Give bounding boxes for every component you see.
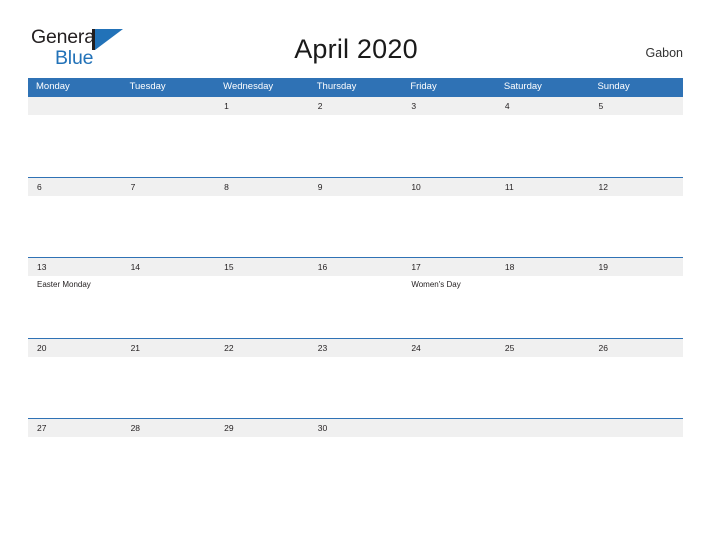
day-number[interactable]: 7 [122, 178, 216, 196]
day-number[interactable]: 8 [215, 178, 309, 196]
day-number[interactable]: 13 [28, 258, 122, 276]
day-event [496, 196, 590, 258]
day-number[interactable]: 30 [309, 419, 403, 437]
day-number[interactable]: 27 [28, 419, 122, 437]
day-number[interactable] [402, 419, 496, 437]
day-number[interactable]: 21 [122, 339, 216, 357]
day-number[interactable]: 28 [122, 419, 216, 437]
day-number[interactable]: 18 [496, 258, 590, 276]
week-date-stripe: 27 28 29 30 [28, 419, 683, 437]
weekday-header-wednesday: Wednesday [223, 81, 274, 92]
calendar-week-row: 1 2 3 4 5 [28, 96, 683, 177]
day-event [589, 196, 683, 258]
day-event [402, 115, 496, 177]
day-event [28, 196, 122, 258]
day-number[interactable]: 24 [402, 339, 496, 357]
day-event [402, 196, 496, 258]
weekday-header-tuesday: Tuesday [129, 81, 166, 92]
week-date-stripe: 20 21 22 23 24 25 26 [28, 338, 683, 357]
day-number[interactable]: 6 [28, 178, 122, 196]
week-event-area [28, 437, 683, 499]
day-event [309, 357, 403, 419]
day-event [309, 196, 403, 258]
day-number[interactable]: 19 [589, 258, 683, 276]
day-event [589, 276, 683, 338]
day-event [309, 437, 403, 499]
week-date-stripe: 6 7 8 9 10 11 12 [28, 177, 683, 196]
weekday-header-thursday: Thursday [316, 81, 357, 92]
day-event [496, 276, 590, 338]
day-event [122, 115, 216, 177]
week-event-area: Easter Monday Women's Day [28, 276, 683, 338]
weekday-header-row: Monday Tuesday Wednesday Thursday Friday… [28, 78, 683, 96]
day-number[interactable]: 14 [122, 258, 216, 276]
day-event: Women's Day [411, 280, 461, 289]
day-number[interactable] [28, 97, 122, 115]
week-date-stripe: 13 14 15 16 17 18 19 [28, 258, 683, 276]
day-number[interactable]: 22 [215, 339, 309, 357]
day-number[interactable] [122, 97, 216, 115]
week-date-stripe: 1 2 3 4 5 [28, 97, 683, 115]
day-event [28, 115, 122, 177]
day-number[interactable]: 5 [589, 97, 683, 115]
week-event-area [28, 195, 683, 258]
day-event [496, 115, 590, 177]
weekday-header-friday: Friday [410, 81, 437, 92]
week-event-area [28, 115, 683, 177]
day-event [309, 115, 403, 177]
calendar-week-row: 27 28 29 30 [28, 418, 683, 499]
weekday-header-saturday: Saturday [503, 81, 542, 92]
day-number[interactable]: 11 [496, 178, 590, 196]
day-event [215, 357, 309, 419]
day-number[interactable]: 10 [402, 178, 496, 196]
day-event [122, 357, 216, 419]
day-event [589, 115, 683, 177]
day-number[interactable]: 25 [496, 339, 590, 357]
day-number[interactable]: 4 [496, 97, 590, 115]
day-number[interactable]: 17 [402, 258, 496, 276]
day-number[interactable]: 23 [309, 339, 403, 357]
day-event [496, 437, 590, 499]
day-number[interactable]: 3 [402, 97, 496, 115]
day-event: Easter Monday [37, 280, 91, 289]
week-event-area [28, 356, 683, 419]
day-number[interactable]: 16 [309, 258, 403, 276]
calendar-grid: Monday Tuesday Wednesday Thursday Friday… [28, 78, 683, 499]
day-number[interactable]: 29 [215, 419, 309, 437]
day-event [215, 437, 309, 499]
day-event [215, 276, 309, 338]
day-number[interactable]: 12 [589, 178, 683, 196]
day-event [215, 196, 309, 258]
day-number[interactable]: 9 [309, 178, 403, 196]
day-event [496, 357, 590, 419]
day-number[interactable]: 20 [28, 339, 122, 357]
day-event [402, 357, 496, 419]
day-event [122, 276, 216, 338]
day-event [589, 357, 683, 419]
calendar-week-row: 20 21 22 23 24 25 26 [28, 337, 683, 419]
day-event [28, 437, 122, 499]
day-number[interactable] [496, 419, 590, 437]
day-number[interactable]: 1 [215, 97, 309, 115]
day-number[interactable] [589, 419, 683, 437]
day-event [589, 437, 683, 499]
weekday-header-sunday: Sunday [597, 81, 630, 92]
country-label: Gabon [645, 46, 683, 60]
day-number[interactable]: 26 [589, 339, 683, 357]
day-event [122, 196, 216, 258]
weekday-header-monday: Monday [36, 81, 70, 92]
page-header: General Blue April 2020 Gabon [0, 0, 712, 78]
day-event [309, 276, 403, 338]
day-event [28, 357, 122, 419]
day-event [402, 437, 496, 499]
calendar-page: General Blue April 2020 Gabon Monday Tue… [0, 0, 712, 550]
calendar-week-row: 6 7 8 9 10 11 12 [28, 176, 683, 258]
page-title: April 2020 [294, 34, 418, 64]
calendar-week-row: 13 14 15 16 17 18 19 Easter Monday Women… [28, 257, 683, 338]
day-event [122, 437, 216, 499]
day-event [215, 115, 309, 177]
day-number[interactable]: 2 [309, 97, 403, 115]
day-number[interactable]: 15 [215, 258, 309, 276]
